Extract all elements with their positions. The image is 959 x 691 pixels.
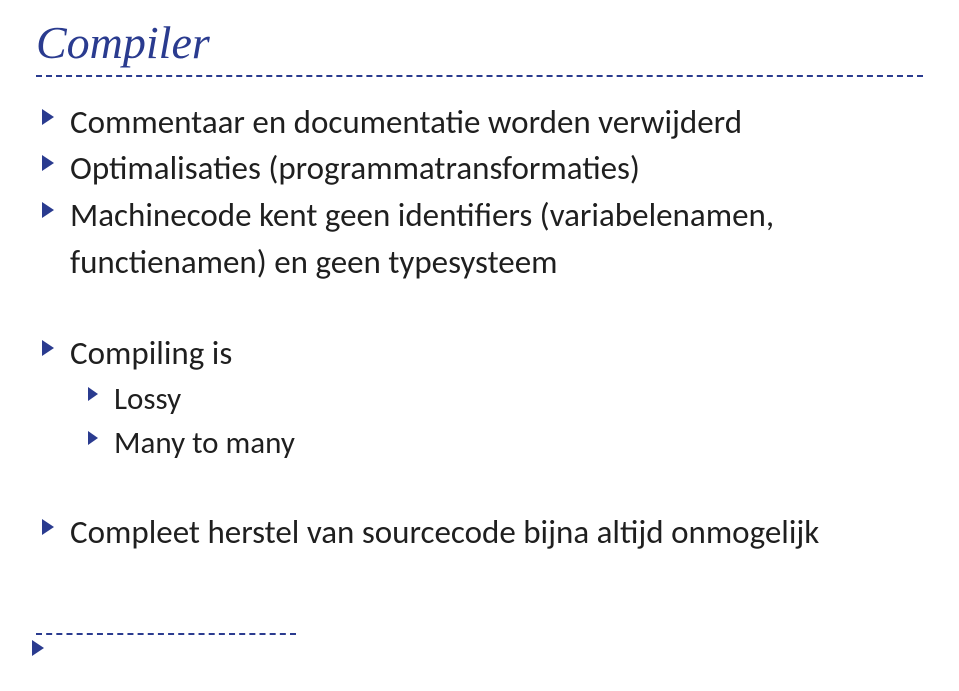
spacer (36, 286, 923, 330)
bullet-triangle-icon (42, 330, 70, 356)
bullet-list: Commentaar en documentatie worden verwij… (36, 99, 923, 556)
bullet-triangle-icon (42, 192, 70, 218)
list-item-text: Compiling is (70, 330, 923, 377)
spacer (36, 465, 923, 509)
list-item: Compleet herstel van sourcecode bijna al… (42, 509, 923, 556)
slide: Compiler Commentaar en documentatie word… (0, 0, 959, 691)
bullet-triangle-icon (88, 377, 114, 401)
list-item-text: Commentaar en documentatie worden verwij… (70, 99, 923, 146)
bullet-triangle-icon (42, 99, 70, 125)
bullet-triangle-icon (42, 509, 70, 535)
footer-mark-icon (32, 640, 46, 661)
list-subitem: Lossy (88, 377, 923, 421)
footer-underline (36, 633, 296, 635)
list-subitem-text: Many to many (114, 421, 923, 465)
list-item: Optimalisaties (programmatransformaties) (42, 145, 923, 192)
list-item: Compiling is (42, 330, 923, 377)
list-item: Machinecode kent geen identifiers (varia… (42, 192, 923, 286)
list-item-text: Compleet herstel van sourcecode bijna al… (70, 509, 923, 556)
list-subitem: Many to many (88, 421, 923, 465)
title-underline (36, 75, 923, 77)
list-subitem-text: Lossy (114, 377, 923, 421)
bullet-triangle-icon (88, 421, 114, 445)
bullet-triangle-icon (42, 145, 70, 171)
list-item-text: Optimalisaties (programmatransformaties) (70, 145, 923, 192)
list-item: Commentaar en documentatie worden verwij… (42, 99, 923, 146)
list-item-text: Machinecode kent geen identifiers (varia… (70, 192, 923, 286)
slide-title: Compiler (36, 18, 923, 69)
